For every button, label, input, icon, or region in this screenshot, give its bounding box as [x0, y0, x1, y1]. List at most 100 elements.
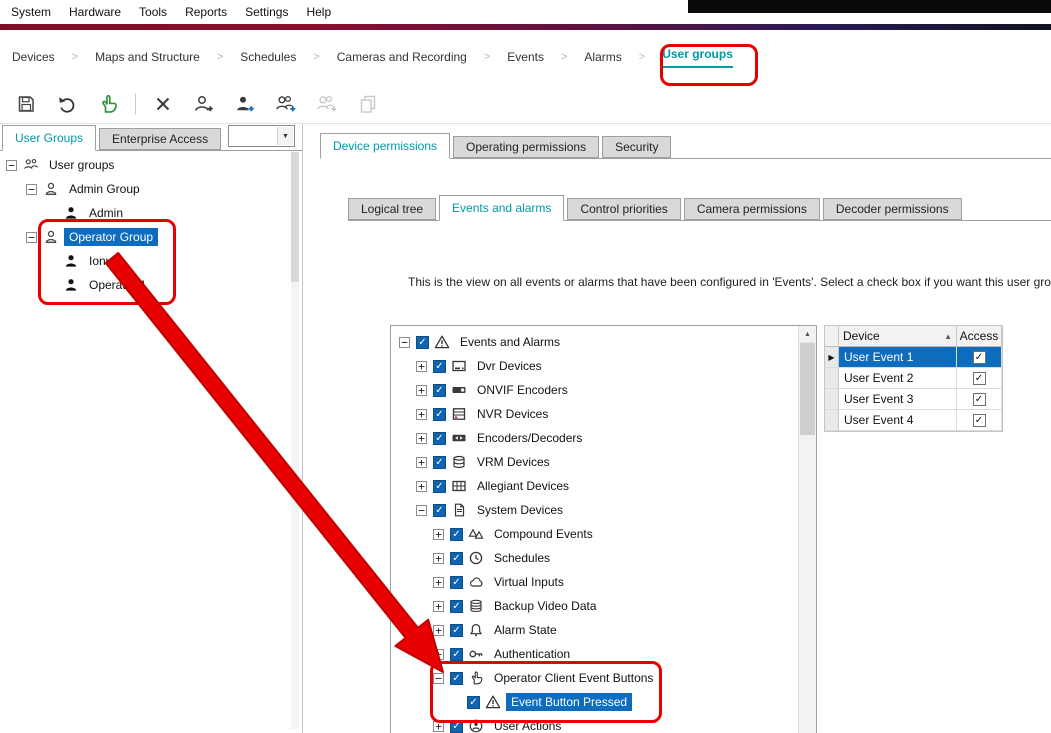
events-tree-row-vrm-devices[interactable]: + ✓ VRM Devices: [391, 450, 799, 474]
expand-expander-icon[interactable]: +: [433, 649, 444, 660]
checkbox-checked[interactable]: ✓: [467, 696, 480, 709]
events-tree-row-onvif-encoders[interactable]: + ✓ ONVIF Encoders: [391, 378, 799, 402]
expand-expander-icon[interactable]: +: [416, 481, 427, 492]
scroll-up-icon[interactable]: ▲: [799, 326, 816, 343]
events-tree-row-operator-client-event-buttons[interactable]: − ✓ Operator Client Event Buttons: [391, 666, 799, 690]
row-selector[interactable]: [825, 410, 839, 431]
row-selector[interactable]: [825, 389, 839, 410]
checkbox-checked[interactable]: ✓: [450, 720, 463, 733]
checkbox-checked[interactable]: ✓: [450, 528, 463, 541]
collapse-expander-icon[interactable]: −: [26, 184, 37, 195]
menu-help[interactable]: Help: [297, 2, 340, 22]
events-tree-row-backup-video-data[interactable]: + ✓ Backup Video Data: [391, 594, 799, 618]
group-filter-dropdown[interactable]: ▼: [228, 125, 295, 147]
left-tree-scrollbar[interactable]: [291, 152, 299, 729]
scrollbar-thumb[interactable]: [291, 152, 299, 282]
table-row-user-event-1[interactable]: ▶ User Event 1 ✓: [825, 347, 1002, 368]
events-tree-row-events-and-alarms[interactable]: − ✓ Events and Alarms: [391, 330, 799, 354]
checkbox-checked[interactable]: ✓: [450, 552, 463, 565]
tab-control-priorities[interactable]: Control priorities: [567, 198, 680, 220]
undo-button[interactable]: [53, 90, 81, 118]
expand-expander-icon[interactable]: +: [433, 721, 444, 732]
checkbox-checked[interactable]: ✓: [433, 432, 446, 445]
breadcrumb-events[interactable]: Events: [507, 50, 544, 64]
tree-row-user-groups[interactable]: − User groups: [0, 153, 290, 177]
expand-expander-icon[interactable]: +: [416, 409, 427, 420]
row-selector[interactable]: [825, 368, 839, 389]
tab-security[interactable]: Security: [602, 136, 671, 158]
menu-settings[interactable]: Settings: [236, 2, 297, 22]
activate-changes-button[interactable]: [94, 90, 122, 118]
collapse-expander-icon[interactable]: −: [433, 673, 444, 684]
events-tree-row-user-actions[interactable]: + ✓ User Actions: [391, 714, 799, 733]
collapse-expander-icon[interactable]: −: [26, 232, 37, 243]
tree-row-admin[interactable]: Admin: [0, 201, 290, 225]
checkbox-checked[interactable]: ✓: [450, 600, 463, 613]
menu-tools[interactable]: Tools: [130, 2, 176, 22]
breadcrumb-schedules[interactable]: Schedules: [240, 50, 296, 64]
expand-expander-icon[interactable]: +: [416, 433, 427, 444]
table-row-user-event-3[interactable]: User Event 3 ✓: [825, 389, 1002, 410]
events-tree-row-alarm-state[interactable]: + ✓ Alarm State: [391, 618, 799, 642]
checkbox-checked[interactable]: ✓: [416, 336, 429, 349]
checkbox-checked[interactable]: ✓: [433, 504, 446, 517]
tab-enterprise-access[interactable]: Enterprise Access: [99, 128, 221, 150]
expand-expander-icon[interactable]: +: [416, 457, 427, 468]
checkbox-checked[interactable]: ✓: [433, 360, 446, 373]
menu-reports[interactable]: Reports: [176, 2, 236, 22]
breadcrumb-maps-and-structure[interactable]: Maps and Structure: [95, 50, 200, 64]
tab-logical-tree[interactable]: Logical tree: [348, 198, 436, 220]
add-enterprise-user-group-button[interactable]: [272, 90, 300, 118]
menu-hardware[interactable]: Hardware: [60, 2, 130, 22]
menu-system[interactable]: System: [2, 2, 60, 22]
expand-expander-icon[interactable]: +: [433, 577, 444, 588]
collapse-expander-icon[interactable]: −: [399, 337, 410, 348]
events-tree-row-nvr-devices[interactable]: + ✓ NVR Devices: [391, 402, 799, 426]
events-tree-scrollbar[interactable]: ▲: [798, 326, 816, 733]
checkbox-checked[interactable]: ✓: [433, 384, 446, 397]
tree-row-operator-1[interactable]: Operator 1: [0, 273, 290, 297]
breadcrumb-user-groups[interactable]: User groups: [662, 47, 733, 68]
events-tree-row-schedules[interactable]: + ✓ Schedules: [391, 546, 799, 570]
expand-expander-icon[interactable]: +: [416, 361, 427, 372]
tree-row-operator-group[interactable]: − Operator Group: [0, 225, 290, 249]
tree-row-admin-group[interactable]: − Admin Group: [0, 177, 290, 201]
tree-row-ionut[interactable]: Ionut: [0, 249, 290, 273]
collapse-expander-icon[interactable]: −: [416, 505, 427, 516]
events-tree-row-event-button-pressed[interactable]: ✓ Event Button Pressed: [391, 690, 799, 714]
events-tree-row-virtual-inputs[interactable]: + ✓ Virtual Inputs: [391, 570, 799, 594]
tab-device-permissions[interactable]: Device permissions: [320, 133, 450, 159]
access-checkbox-checked[interactable]: ✓: [973, 414, 986, 427]
tab-camera-permissions[interactable]: Camera permissions: [684, 198, 820, 220]
chevron-down-icon[interactable]: ▼: [277, 127, 293, 145]
events-tree-row-system-devices[interactable]: − ✓ System Devices: [391, 498, 799, 522]
expand-expander-icon[interactable]: +: [433, 553, 444, 564]
expand-expander-icon[interactable]: +: [433, 529, 444, 540]
expand-expander-icon[interactable]: +: [433, 601, 444, 612]
add-user-group-button[interactable]: [190, 90, 218, 118]
breadcrumb-cameras-and-recording[interactable]: Cameras and Recording: [337, 50, 467, 64]
events-tree-row-compound-events[interactable]: + ✓ Compound Events: [391, 522, 799, 546]
expand-expander-icon[interactable]: +: [433, 625, 444, 636]
checkbox-checked[interactable]: ✓: [450, 672, 463, 685]
table-row-user-event-2[interactable]: User Event 2 ✓: [825, 368, 1002, 389]
checkbox-checked[interactable]: ✓: [433, 480, 446, 493]
events-tree-row-encoders-decoders[interactable]: + ✓ Encoders/Decoders: [391, 426, 799, 450]
column-header-device[interactable]: Device ▲: [839, 326, 957, 347]
tab-user-groups[interactable]: User Groups: [2, 125, 96, 151]
column-header-access[interactable]: Access: [957, 326, 1002, 347]
tab-decoder-permissions[interactable]: Decoder permissions: [823, 198, 962, 220]
scrollbar-thumb[interactable]: [800, 343, 815, 435]
events-tree-row-authentication[interactable]: + ✓ Authentication: [391, 642, 799, 666]
breadcrumb-devices[interactable]: Devices: [12, 50, 55, 64]
checkbox-checked[interactable]: ✓: [450, 648, 463, 661]
tab-operating-permissions[interactable]: Operating permissions: [453, 136, 599, 158]
events-tree-row-dvr-devices[interactable]: + ✓ Dvr Devices: [391, 354, 799, 378]
access-checkbox-checked[interactable]: ✓: [973, 372, 986, 385]
events-tree-row-allegiant-devices[interactable]: + ✓ Allegiant Devices: [391, 474, 799, 498]
checkbox-checked[interactable]: ✓: [450, 624, 463, 637]
add-user-button[interactable]: [231, 90, 259, 118]
breadcrumb-alarms[interactable]: Alarms: [584, 50, 621, 64]
checkbox-checked[interactable]: ✓: [433, 408, 446, 421]
checkbox-checked[interactable]: ✓: [450, 576, 463, 589]
